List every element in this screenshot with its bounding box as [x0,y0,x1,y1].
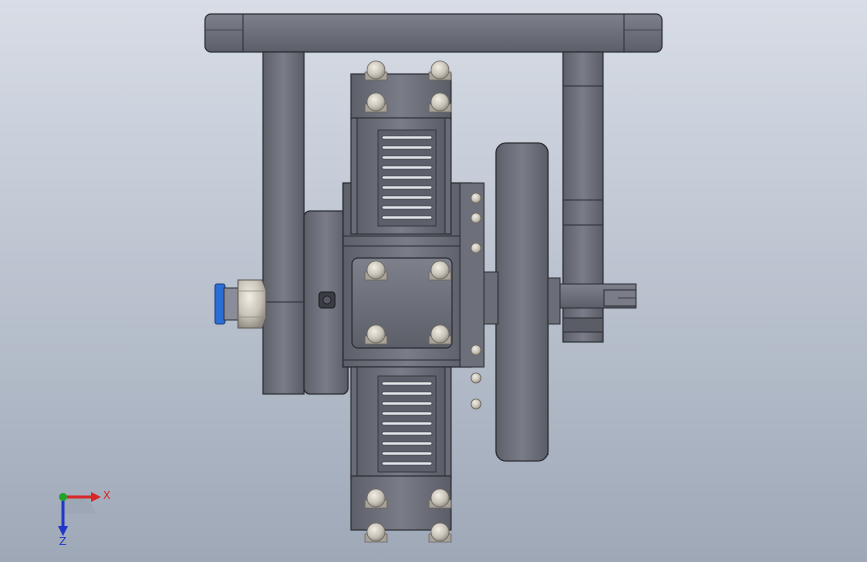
upper-fin-slot [381,205,433,210]
left-cylinder-housing[interactable] [303,210,349,395]
lower-fin-slot [381,441,433,446]
upper-fin-slot [381,145,433,150]
left-hanger-bracket[interactable] [262,51,305,395]
upper-fin-slot [381,195,433,200]
y-axis-dot [59,493,67,501]
lower-fin-slot [381,421,433,426]
lower-fin-slot [381,411,433,416]
lower-fin-slot [381,381,433,386]
top-mounting-plate[interactable] [204,13,663,53]
lower-fin-slot [381,391,433,396]
upper-fin-slot [381,185,433,190]
x-axis-label: X [103,489,111,502]
lower-fin-slot [381,431,433,436]
coordinate-triad: X Z [58,489,111,548]
lower-fin-slot [381,451,433,456]
pneumatic-fitting[interactable] [214,279,267,329]
upper-fin-slot [381,135,433,140]
flywheel[interactable] [483,142,561,462]
cad-viewport[interactable]: X Z [0,0,867,562]
upper-fin-slot [381,215,433,220]
lower-fin-slot [381,401,433,406]
upper-fin-slot [381,155,433,160]
z-axis-label: Z [59,535,67,548]
cap-bolt [428,60,452,81]
upper-fin-slot [381,175,433,180]
upper-fin-slot [381,165,433,170]
output-shaft[interactable] [547,283,637,309]
cap-bolt [364,60,388,81]
lower-fin-slot [381,461,433,466]
x-axis-arrowhead [91,492,101,502]
